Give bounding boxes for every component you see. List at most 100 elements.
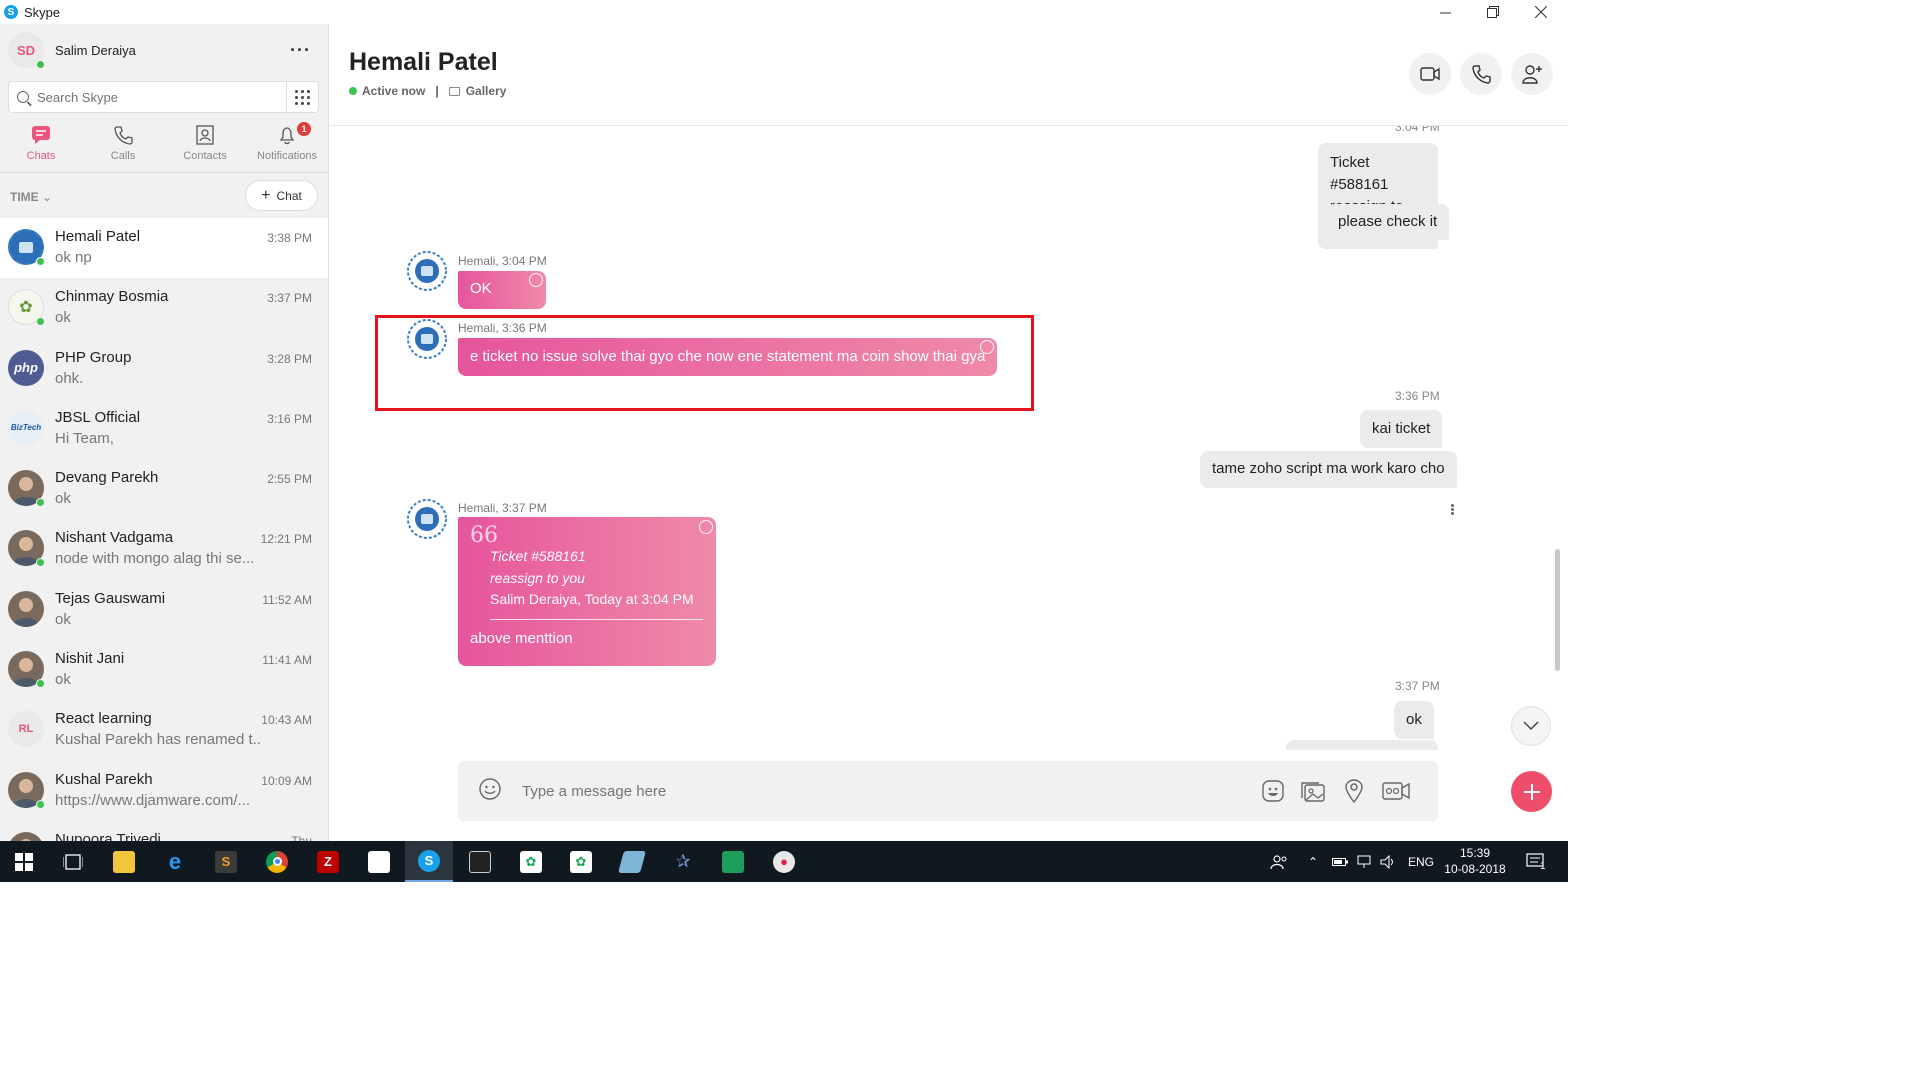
contact-avatar[interactable]: [407, 319, 447, 359]
chevron-down-icon: ⌄: [42, 190, 53, 204]
folder-icon: [113, 850, 135, 873]
contact-avatar[interactable]: [407, 251, 447, 291]
taskbar-app[interactable]: [608, 841, 656, 882]
gallery-link[interactable]: Gallery: [466, 84, 507, 98]
outgoing-message[interactable]: ok: [1394, 701, 1434, 739]
message-options-icon[interactable]: [1451, 503, 1457, 516]
taskbar-paint[interactable]: ●: [760, 841, 808, 882]
media-icon[interactable]: [1300, 778, 1326, 804]
video-call-button[interactable]: [1409, 53, 1451, 95]
outgoing-message[interactable]: please check it: [1326, 204, 1450, 240]
tab-chats[interactable]: Chats: [0, 124, 82, 168]
sender-label: Hemali, 3:04 PM: [458, 254, 547, 268]
avatar-image: [8, 590, 44, 627]
taskbar-skype[interactable]: S: [405, 841, 453, 882]
chat-list-item[interactable]: Devang Parekh ok 2:55 PM: [0, 459, 328, 519]
sticky-notes-icon: [368, 850, 390, 873]
scrollbar[interactable]: [1555, 549, 1560, 671]
network-icon[interactable]: [1357, 841, 1373, 882]
chat-time: 3:38 PM: [267, 231, 312, 245]
audio-call-button[interactable]: [1460, 53, 1502, 95]
dialpad-icon[interactable]: [287, 81, 319, 113]
language-indicator[interactable]: ENG: [1408, 841, 1434, 882]
chat-list-item[interactable]: Nishit Jani ok 11:41 AM: [0, 640, 328, 700]
search-input[interactable]: [37, 89, 277, 105]
close-button[interactable]: [1518, 0, 1564, 24]
chat-last-message: node with mongo alag thi se...: [55, 550, 255, 568]
action-center-icon[interactable]: 1: [1526, 841, 1546, 882]
timestamp: 3:36 PM: [1395, 389, 1440, 403]
system-clock[interactable]: 15:39 10-08-2018: [1440, 845, 1510, 877]
task-view-button[interactable]: [49, 841, 97, 882]
new-chat-button[interactable]: + Chat: [245, 180, 318, 211]
add-content-button[interactable]: [1511, 771, 1552, 812]
quote-author: Salim Deraiya, Today at 3:04 PM: [490, 591, 694, 607]
search-box[interactable]: [8, 81, 287, 113]
chat-list-item[interactable]: Hemali Patel ok np 3:38 PM: [0, 218, 328, 279]
battery-icon[interactable]: [1332, 841, 1348, 882]
taskbar-file-explorer[interactable]: [100, 841, 148, 882]
taskbar-chrome[interactable]: [253, 841, 301, 882]
volume-icon[interactable]: [1380, 841, 1396, 882]
taskbar-terminal[interactable]: [456, 841, 504, 882]
taskbar-mongodb[interactable]: ✿: [507, 841, 555, 882]
online-status-icon: [36, 679, 45, 689]
chat-name: JBSL Official: [55, 408, 141, 426]
contact-avatar[interactable]: [407, 499, 447, 539]
emoji-icon[interactable]: [478, 777, 502, 806]
message-input[interactable]: [522, 782, 1222, 800]
profile[interactable]: SD Salim Deraiya: [8, 32, 136, 69]
incoming-message[interactable]: e ticket no issue solve thai gyo che now…: [458, 338, 998, 376]
contact-name[interactable]: Hemali Patel: [349, 48, 498, 77]
incoming-quoted-message[interactable]: 66 Ticket #588161 reassign to you Salim …: [458, 517, 716, 666]
scroll-down-button[interactable]: [1511, 706, 1551, 746]
tray-expand-icon[interactable]: ⌃: [1308, 841, 1318, 882]
people-icon[interactable]: [1270, 841, 1288, 882]
more-options-icon[interactable]: ···: [290, 40, 311, 61]
chat-list-item[interactable]: Kushal Parekh https://www.djamware.com/..…: [0, 761, 328, 821]
avatar-image: [8, 831, 44, 841]
add-person-icon: [1522, 65, 1542, 84]
chat-list-item[interactable]: ✿ Chinmay Bosmia ok 3:37 PM: [0, 278, 328, 338]
new-chat-label: Chat: [276, 188, 302, 203]
chat-list-item[interactable]: Nupoora Trivedi Thu: [0, 821, 328, 841]
terminal-icon: [469, 850, 491, 873]
smiley-reaction-icon[interactable]: [699, 520, 713, 534]
chat-list-item[interactable]: Nishant Vadgama node with mongo alag thi …: [0, 519, 328, 579]
taskbar-edge[interactable]: e: [151, 841, 199, 882]
profile-avatar[interactable]: SD: [8, 32, 45, 69]
chat-last-message: ok: [55, 671, 71, 689]
quote-text: Ticket #588161: [490, 548, 586, 564]
chat-list-item[interactable]: BizTech JBSL Official Hi Team, 3:16 PM: [0, 399, 328, 459]
nav-tabs: Chats Calls Contacts 1 Notifications: [0, 122, 328, 168]
add-people-button[interactable]: [1511, 53, 1553, 95]
outgoing-message[interactable]: [1286, 740, 1438, 750]
smiley-reaction-icon[interactable]: [529, 273, 543, 287]
video-message-icon[interactable]: [1381, 778, 1411, 804]
taskbar-sublime[interactable]: S: [202, 841, 250, 882]
chat-avatar: [8, 229, 45, 266]
chat-list-item[interactable]: RL React learning Kushal Parekh has rename…: [0, 700, 328, 760]
tab-notifications[interactable]: 1 Notifications: [246, 122, 328, 168]
taskbar-sheets[interactable]: [709, 841, 757, 882]
sort-dropdown[interactable]: TIME ⌄: [10, 190, 52, 204]
sticker-icon[interactable]: [1260, 778, 1286, 804]
taskbar-sticky-notes[interactable]: [355, 841, 403, 882]
minimize-button[interactable]: [1422, 0, 1468, 24]
outgoing-message[interactable]: tame zoho script ma work karo cho: [1200, 451, 1457, 488]
taskbar-mysql[interactable]: ✰: [659, 841, 707, 882]
restore-button[interactable]: [1470, 0, 1516, 24]
tab-contacts[interactable]: Contacts: [164, 124, 246, 168]
tab-calls[interactable]: Calls: [82, 124, 164, 168]
taskbar-filezilla[interactable]: Z: [304, 841, 352, 882]
smiley-reaction-icon[interactable]: [980, 340, 995, 354]
chat-list-item[interactable]: php PHP Group ohk. 3:28 PM: [0, 339, 328, 399]
outgoing-message[interactable]: kai ticket: [1360, 410, 1443, 448]
location-icon[interactable]: [1341, 778, 1367, 804]
incoming-message[interactable]: OK: [458, 271, 546, 309]
chrome-icon: [266, 850, 288, 873]
start-button[interactable]: [0, 841, 48, 882]
conversation-header: Hemali Patel Active now | Gallery: [330, 24, 1568, 126]
chat-list-item[interactable]: Tejas Gauswami ok 11:52 AM: [0, 580, 328, 640]
taskbar-mongodb-compass[interactable]: ✿: [557, 841, 605, 882]
